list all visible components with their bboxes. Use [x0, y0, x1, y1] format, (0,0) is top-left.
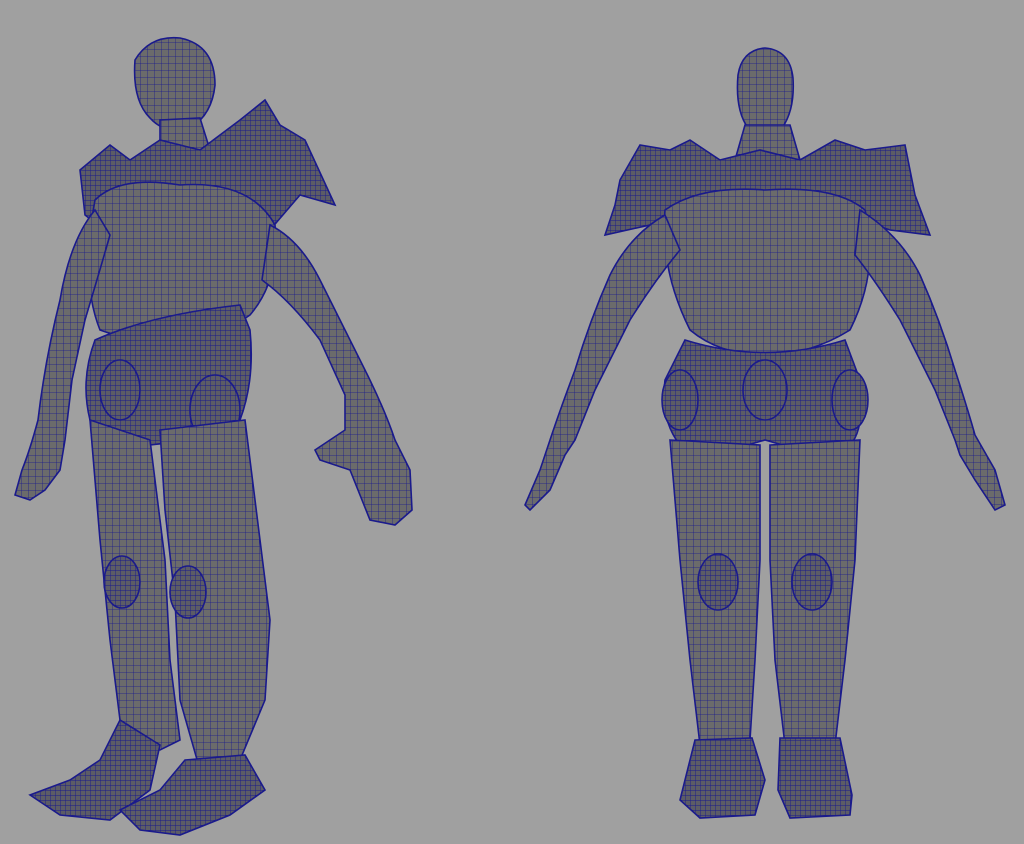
skull-ornament — [99, 359, 141, 421]
3d-viewport[interactable] — [0, 0, 1024, 844]
skull-ornament — [742, 359, 788, 421]
skull-ornament — [791, 553, 833, 611]
skull-ornament — [697, 553, 739, 611]
skull-ornament — [169, 565, 207, 619]
foot-right-b — [777, 737, 853, 819]
arm-left-b — [261, 223, 413, 526]
viewport-canvas — [14, 36, 1006, 836]
arm-right-b — [854, 208, 1006, 512]
arm-right-a — [524, 213, 681, 512]
foot-right-a — [679, 737, 766, 819]
model-perspective[interactable] — [14, 36, 413, 836]
head-right — [736, 47, 795, 135]
model-front[interactable] — [524, 47, 1006, 819]
torso-right — [663, 188, 871, 356]
skull-ornament — [831, 369, 869, 431]
skull-ornament — [103, 555, 141, 609]
head-left — [133, 36, 216, 131]
skull-ornament — [661, 369, 699, 431]
